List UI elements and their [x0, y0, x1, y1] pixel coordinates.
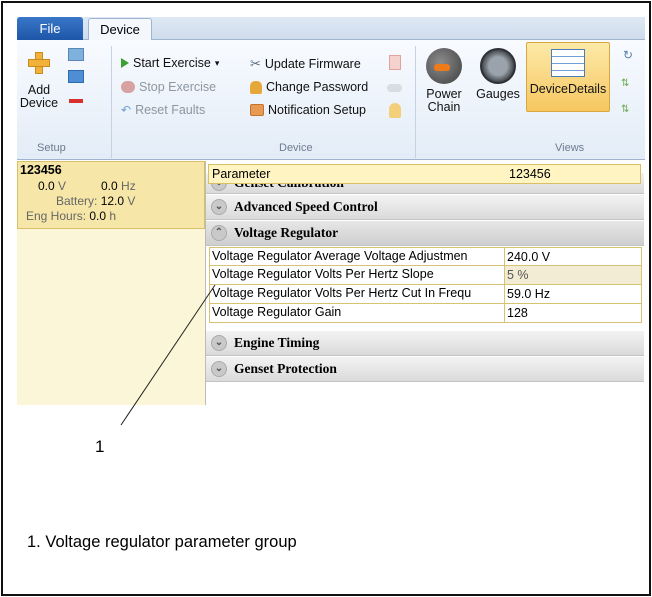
chevron-down-icon[interactable]: ⌄	[211, 199, 227, 215]
update-firmware-button[interactable]: ✂ Update Firmware	[250, 56, 361, 72]
gauges-label: Gauges	[476, 87, 520, 101]
parameter-name: Voltage Regulator Volts Per Hertz Slope	[212, 267, 434, 281]
reset-faults-button[interactable]: ↶ Reset Faults	[121, 103, 205, 117]
column-header-parameter[interactable]: Parameter	[212, 167, 270, 181]
parameter-name: Voltage Regulator Average Voltage Adjust…	[212, 249, 468, 263]
table-row[interactable]: Voltage Regulator Gain 128	[209, 304, 642, 323]
stop-exercise-label: Stop Exercise	[139, 80, 217, 94]
notification-setup-label: Notification Setup	[268, 103, 366, 117]
power-chain-icon	[426, 48, 462, 84]
battery-unit: V	[127, 194, 136, 208]
tab-file[interactable]: File	[17, 17, 83, 40]
gauge-icon	[480, 48, 516, 84]
play-icon	[121, 58, 129, 68]
ribbon: Add Device Setup Start Exercise ▾ Stop E…	[17, 40, 645, 160]
group-label: Advanced Speed Control	[234, 199, 378, 214]
bell-icon[interactable]	[389, 103, 401, 118]
device-list-pane: 123456 0.0 V 0.0 Hz Battery: 12.0 V Eng …	[17, 161, 205, 405]
device-details-label: DeviceDetails	[529, 82, 607, 96]
group-label: Engine Timing	[234, 335, 320, 350]
table-row[interactable]: Voltage Regulator Average Voltage Adjust…	[209, 247, 642, 266]
stop-icon	[121, 81, 135, 93]
cloud-icon[interactable]	[387, 84, 402, 92]
ribbon-separator	[111, 46, 112, 158]
figure-caption: 1. Voltage regulator parameter group	[27, 533, 297, 551]
sort-arrows-icon[interactable]: ⇅	[621, 104, 629, 115]
add-device-button[interactable]: Add Device	[19, 46, 59, 110]
table-row[interactable]: Voltage Regulator Volts Per Hertz Slope …	[209, 266, 642, 285]
device-id: 123456	[20, 163, 62, 177]
parameter-value[interactable]: 5 %	[504, 266, 641, 284]
table-row[interactable]: Voltage Regulator Volts Per Hertz Cut In…	[209, 285, 642, 304]
battery-readout: Battery: 12.0 V	[56, 194, 135, 208]
chevron-down-icon[interactable]: ⌄	[211, 361, 227, 377]
voltage-value: 0.0	[38, 179, 55, 193]
figure-frame: File Device Add Device Setup Start Exerc…	[1, 1, 651, 596]
parameter-value[interactable]: 240.0 V	[504, 248, 641, 266]
frequency-readout: 0.0 Hz	[101, 179, 136, 193]
battery-label: Battery:	[56, 194, 98, 208]
parameter-name: Voltage Regulator Volts Per Hertz Cut In…	[212, 286, 472, 300]
power-chain-button[interactable]: Power Chain	[421, 48, 467, 114]
group-genset-protection[interactable]: ⌄ Genset Protection	[206, 357, 644, 382]
voltage-readout: 0.0 V	[38, 179, 66, 193]
undo-arrow-icon: ↶	[121, 103, 132, 117]
stop-exercise-button[interactable]: Stop Exercise	[121, 80, 216, 94]
device-details-button[interactable]: DeviceDetails	[526, 42, 610, 112]
eng-hours-label: Eng Hours:	[26, 209, 87, 223]
eng-hours-readout: Eng Hours: 0.0 h	[26, 209, 116, 223]
update-firmware-label: Update Firmware	[264, 57, 361, 71]
voltage-unit: V	[58, 179, 67, 193]
group-advanced-speed-control[interactable]: ⌄ Advanced Speed Control	[206, 195, 644, 220]
device-list-icon[interactable]	[68, 48, 84, 61]
document-icon[interactable]	[389, 55, 401, 70]
gauges-button[interactable]: Gauges	[475, 48, 521, 101]
frequency-unit: Hz	[121, 179, 136, 193]
callout-number: 1	[95, 437, 105, 456]
column-header-device[interactable]: 123456	[509, 167, 551, 181]
group-engine-timing[interactable]: ⌄ Engine Timing	[206, 331, 644, 356]
tools-icon: ✂	[250, 56, 261, 71]
frequency-value: 0.0	[101, 179, 118, 193]
tab-device[interactable]: Device	[88, 18, 152, 41]
refresh-icon[interactable]: ↻	[623, 48, 633, 62]
sort-arrows-icon[interactable]: ⇅	[621, 78, 629, 89]
add-device-label: Add Device	[19, 83, 59, 110]
group-label-setup: Setup	[37, 142, 66, 154]
envelope-icon	[250, 104, 264, 116]
group-label-views: Views	[555, 142, 585, 154]
parameter-value[interactable]: 59.0 Hz	[504, 285, 641, 303]
parameter-name: Voltage Regulator Gain	[212, 305, 342, 319]
app-window: File Device Add Device Setup Start Exerc…	[17, 17, 645, 405]
plus-icon	[28, 52, 50, 74]
ribbon-tab-bar: File Device	[17, 17, 645, 41]
start-exercise-label: Start Exercise	[133, 56, 211, 70]
lock-icon	[250, 80, 262, 94]
group-label-device: Device	[279, 142, 313, 154]
table-grid-icon	[551, 49, 585, 77]
group-label: Genset Protection	[234, 361, 337, 376]
device-add-icon[interactable]	[68, 70, 84, 83]
device-card[interactable]: 123456 0.0 V 0.0 Hz Battery: 12.0 V Eng …	[17, 161, 205, 229]
parameter-grid: ⌄ Genset Calibration Parameter 123456 ⌄ …	[205, 161, 645, 405]
group-label: Voltage Regulator	[234, 225, 339, 240]
eng-hours-unit: h	[109, 209, 117, 223]
change-password-label: Change Password	[266, 80, 369, 94]
eng-hours-value: 0.0	[89, 209, 107, 223]
remove-device-icon[interactable]	[69, 99, 83, 103]
grid-header: Parameter 123456	[208, 164, 641, 184]
start-exercise-button[interactable]: Start Exercise ▾	[121, 56, 219, 70]
ribbon-separator	[415, 46, 416, 158]
change-password-button[interactable]: Change Password	[250, 80, 368, 94]
chevron-up-icon[interactable]: ⌃	[211, 225, 227, 241]
group-voltage-regulator[interactable]: ⌃ Voltage Regulator	[206, 221, 644, 246]
power-chain-label-2: Chain	[427, 100, 461, 114]
parameter-value[interactable]: 128	[504, 304, 641, 322]
notification-setup-button[interactable]: Notification Setup	[250, 103, 366, 117]
reset-faults-label: Reset Faults	[135, 103, 206, 117]
battery-value: 12.0	[100, 194, 125, 208]
chevron-down-icon[interactable]: ⌄	[211, 335, 227, 351]
dropdown-arrow-icon: ▾	[214, 57, 220, 68]
